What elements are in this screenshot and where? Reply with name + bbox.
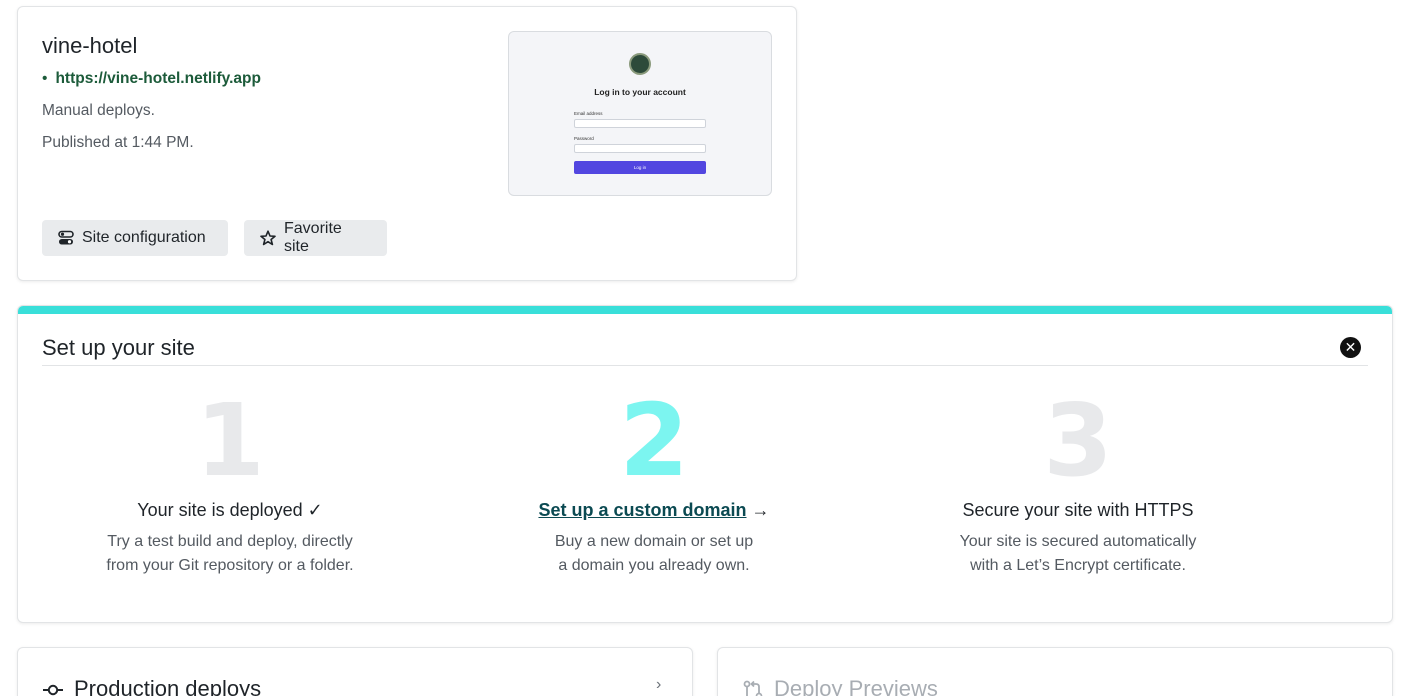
- step-description-line: from your Git repository or a folder.: [106, 557, 354, 574]
- step-title: Set up a custom domain →: [442, 496, 866, 524]
- preview-password-label: Password: [574, 136, 594, 141]
- step-2: 2 Set up a custom domain → Buy a new dom…: [442, 386, 866, 578]
- preview-email-input: [574, 119, 706, 128]
- step-title: Your site is deployed ✓: [137, 500, 323, 520]
- preview-title: Log in to your account: [594, 87, 686, 97]
- deploy-mode: Manual deploys.: [42, 102, 155, 119]
- pull-request-icon: [742, 680, 764, 696]
- setup-accent-bar: [18, 306, 1392, 314]
- arrow-right-icon: →: [751, 500, 770, 520]
- step-number: 2: [619, 382, 689, 499]
- close-icon[interactable]: ✕: [1340, 337, 1361, 358]
- production-deploys-card[interactable]: Production deploys ›: [17, 647, 693, 696]
- production-deploys-title: Production deploys: [74, 676, 262, 696]
- site-configuration-button[interactable]: Site configuration: [42, 220, 228, 256]
- step-title: Secure your site with HTTPS: [962, 500, 1194, 520]
- published-time: Published at 1:44 PM.: [42, 134, 194, 151]
- step-description: Try a test build and deploy, directly fr…: [18, 530, 442, 578]
- step-description: Your site is secured automatically with …: [866, 530, 1290, 578]
- deploy-previews-title: Deploy Previews: [774, 676, 938, 696]
- site-name: vine-hotel: [42, 33, 138, 58]
- step-description-line: Your site is secured automatically: [959, 533, 1197, 550]
- deploy-previews-card[interactable]: Deploy Previews: [717, 647, 1393, 696]
- bullet: •: [42, 70, 48, 87]
- setup-divider: [42, 365, 1368, 366]
- site-preview-thumbnail[interactable]: Log in to your account Email address Pas…: [508, 31, 772, 196]
- step-description-line: Try a test build and deploy, directly: [107, 533, 353, 550]
- preview-email-label: Email address: [574, 111, 603, 116]
- site-url-row: • https://vine-hotel.netlify.app: [42, 70, 261, 88]
- star-icon: [260, 230, 276, 246]
- custom-domain-link[interactable]: Set up a custom domain: [538, 500, 746, 520]
- favorite-site-button[interactable]: Favorite site: [244, 220, 387, 256]
- step-description: Buy a new domain or set up a domain you …: [442, 530, 866, 578]
- setup-card: Set up your site ✕ 1 Your site is deploy…: [17, 305, 1393, 623]
- step-description-line: a domain you already own.: [558, 557, 750, 574]
- toggle-icon: [58, 230, 74, 246]
- preview-password-input: [574, 144, 706, 153]
- step-number: 3: [1043, 382, 1113, 499]
- preview-logo: [629, 53, 651, 75]
- setup-title: Set up your site: [42, 335, 195, 360]
- site-configuration-label: Site configuration: [82, 229, 206, 246]
- site-url-link[interactable]: https://vine-hotel.netlify.app: [55, 70, 261, 87]
- step-1: 1 Your site is deployed ✓ Try a test bui…: [18, 386, 442, 578]
- step-3: 3 Secure your site with HTTPS Your site …: [866, 386, 1290, 578]
- preview-login-button: Log in: [574, 161, 706, 174]
- favorite-site-label: Favorite site: [284, 220, 342, 255]
- step-description-line: with a Let’s Encrypt certificate.: [970, 557, 1186, 574]
- site-card: vine-hotel • https://vine-hotel.netlify.a…: [17, 6, 797, 281]
- step-number: 1: [195, 382, 265, 499]
- chevron-right-icon[interactable]: ›: [656, 676, 661, 694]
- commit-icon: [42, 680, 64, 696]
- step-description-line: Buy a new domain or set up: [554, 533, 754, 550]
